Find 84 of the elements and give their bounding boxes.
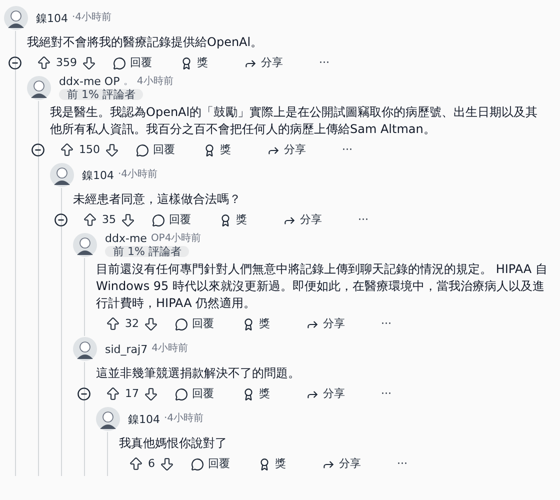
speech-bubble-icon xyxy=(175,388,188,400)
reply-button[interactable]: 回覆 xyxy=(113,54,152,72)
timestamp: OP4小時前 xyxy=(150,234,202,244)
collapse-icon[interactable] xyxy=(31,143,45,157)
award-button[interactable]: 獎 xyxy=(242,316,270,332)
reply-button[interactable]: 回覆 xyxy=(175,316,214,332)
username[interactable]: 鎳104 xyxy=(82,170,114,180)
timestamp: ‧4小時前 xyxy=(164,414,204,424)
share-button[interactable]: 分享 xyxy=(322,456,361,472)
upvote-icon[interactable] xyxy=(105,386,121,402)
upvote-icon[interactable] xyxy=(105,316,121,332)
speech-bubble-icon xyxy=(175,318,188,330)
more-button[interactable]: ··· xyxy=(342,142,352,158)
timestamp: ‧4小時前 xyxy=(118,170,158,180)
award-icon xyxy=(258,458,271,470)
award-button[interactable]: 獎 xyxy=(203,142,231,158)
downvote-icon[interactable] xyxy=(143,316,159,332)
avatar[interactable] xyxy=(27,76,51,100)
more-button[interactable]: ··· xyxy=(381,386,392,402)
comment-text: 我是醫生。我認為OpenAl的「鼓勵」實際上是在公開試圖竊取你的病歷號、出生日期以及其他所有私人資訊。我百分之百不會把任何人的病歷上傳給Sam Altman。 xyxy=(50,104,539,138)
speech-bubble-icon xyxy=(152,214,165,226)
share-button[interactable]: 分享 xyxy=(267,142,306,158)
award-icon xyxy=(219,214,232,226)
user-flair: 前 1% 評論者 xyxy=(105,246,190,257)
share-button[interactable]: 分享 xyxy=(306,316,345,332)
comment-text: 我真他媽恨你說對了 xyxy=(119,435,228,452)
reply-button[interactable]: 回覆 xyxy=(136,142,175,158)
award-icon xyxy=(242,318,255,330)
username[interactable]: sid_raj7 xyxy=(105,344,148,354)
avatar[interactable] xyxy=(73,337,97,361)
downvote-icon[interactable] xyxy=(159,456,175,472)
award-button[interactable]: 獎 xyxy=(258,456,286,472)
vote-count: 32 xyxy=(125,316,139,332)
vote-count: 17 xyxy=(125,386,139,402)
upvote-icon[interactable] xyxy=(36,55,52,71)
share-button[interactable]: 分享 xyxy=(306,386,345,402)
award-button[interactable]: 獎 xyxy=(242,386,270,402)
reply-button[interactable]: 回覆 xyxy=(175,386,214,402)
reply-button[interactable]: 回覆 xyxy=(191,456,230,472)
speech-bubble-icon xyxy=(136,144,149,156)
timestamp: ‧4小時前 xyxy=(72,13,112,23)
avatar[interactable] xyxy=(73,233,97,257)
downvote-icon[interactable] xyxy=(104,142,120,158)
speech-bubble-icon xyxy=(113,56,126,70)
upvote-icon[interactable] xyxy=(128,456,144,472)
comment-text: 目前還沒有任何專門針對人們無意中將記錄上傳到聊天記錄的情況的規定。 HIPAA 自 Windows 95 時代以來就沒更新過。即便如此，在醫療環境中，當我治療病人以及進行計費時，HIPAA 仍然適用。 xyxy=(96,261,548,312)
timestamp: 4小時前 xyxy=(152,344,188,354)
award-icon xyxy=(242,388,255,400)
collapse-icon[interactable] xyxy=(8,56,22,70)
vote-count: 6 xyxy=(148,456,155,472)
timestamp: 。 4小時前 xyxy=(124,76,174,86)
avatar[interactable] xyxy=(4,6,28,30)
username[interactable]: 鎳104 xyxy=(128,414,160,424)
username[interactable]: 鎳104 xyxy=(36,12,68,24)
downvote-icon[interactable] xyxy=(120,212,136,228)
more-button[interactable]: ··· xyxy=(319,54,330,72)
user-flair: 前 1% 評論者 xyxy=(59,89,144,100)
downvote-icon[interactable] xyxy=(143,386,159,402)
award-icon xyxy=(180,56,193,70)
more-button[interactable]: ··· xyxy=(397,456,408,472)
comment-text: 我絕對不會將我的醫療記錄提供給OpenAl。 xyxy=(27,34,264,51)
username[interactable]: ddx-me OP xyxy=(59,76,120,87)
comment-text: 未經患者同意，這樣做合法嗎？ xyxy=(73,191,242,208)
comment-text: 這並非幾筆競選捐款解決不了的問題。 xyxy=(96,365,301,382)
collapse-icon[interactable] xyxy=(77,387,91,401)
award-button[interactable]: 獎 xyxy=(219,212,247,228)
upvote-icon[interactable] xyxy=(82,212,98,228)
speech-bubble-icon xyxy=(191,458,204,470)
username[interactable]: ddx-me xyxy=(105,233,147,244)
more-button[interactable]: ··· xyxy=(358,212,368,228)
vote-count: 150 xyxy=(79,142,100,158)
collapse-icon[interactable] xyxy=(54,213,68,227)
upvote-icon[interactable] xyxy=(59,142,75,158)
share-button[interactable]: 分享 xyxy=(244,54,283,72)
award-button[interactable]: 獎 xyxy=(180,54,208,72)
vote-count: 35 xyxy=(102,212,116,228)
downvote-icon[interactable] xyxy=(81,55,97,71)
vote-count: 359 xyxy=(56,54,77,71)
share-button[interactable]: 分享 xyxy=(283,212,322,228)
avatar[interactable] xyxy=(96,407,120,431)
reply-button[interactable]: 回覆 xyxy=(152,212,191,228)
award-icon xyxy=(203,144,216,156)
avatar[interactable] xyxy=(50,163,74,187)
more-button[interactable]: ··· xyxy=(381,316,392,332)
